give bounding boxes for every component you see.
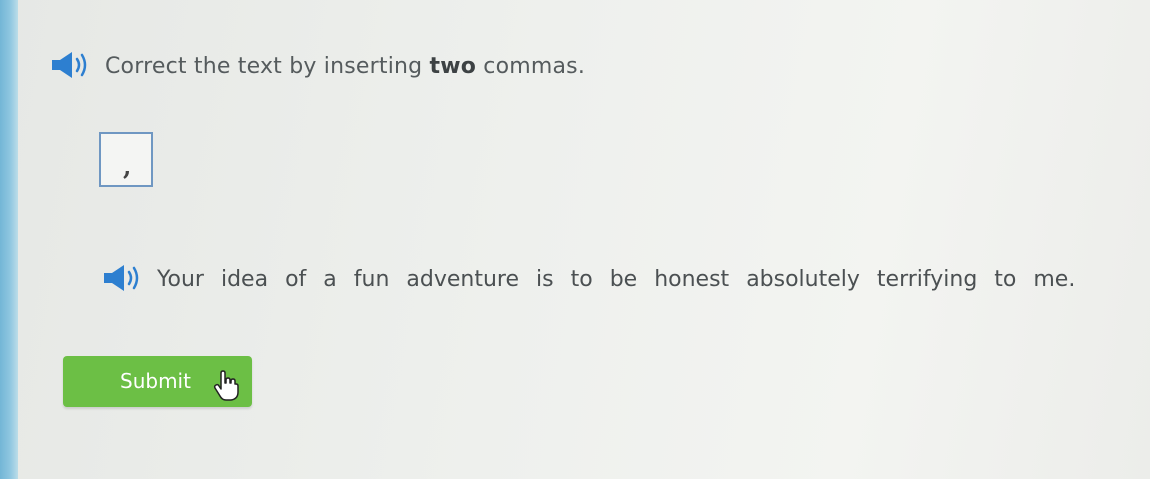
instruction-emphasis: two bbox=[429, 54, 477, 79]
sentence-word[interactable]: terrifying bbox=[877, 267, 977, 292]
sentence-word[interactable]: idea bbox=[221, 267, 268, 292]
sentence-word[interactable]: to bbox=[994, 267, 1016, 292]
instruction-speaker-icon[interactable] bbox=[50, 50, 92, 80]
sentence-word[interactable]: of bbox=[285, 267, 306, 292]
sentence-word[interactable]: be bbox=[610, 267, 638, 292]
instruction-suffix: commas. bbox=[476, 54, 586, 79]
sentence-word[interactable]: to bbox=[571, 267, 593, 292]
sentence-word[interactable]: fun bbox=[354, 267, 390, 292]
sentence-word[interactable]: adventure bbox=[406, 267, 519, 292]
instruction-text: Correct the text by inserting two commas… bbox=[105, 54, 585, 79]
sentence-word[interactable]: is bbox=[536, 267, 554, 292]
sentence-speaker-icon[interactable] bbox=[102, 263, 144, 293]
sentence: Your idea of a fun adventure is to be ho… bbox=[157, 267, 1075, 292]
sentence-word[interactable]: a bbox=[323, 267, 336, 292]
submit-label: Submit bbox=[120, 369, 191, 393]
comma-drag-tile[interactable]: , bbox=[99, 132, 153, 187]
left-edge-strip bbox=[0, 0, 18, 479]
pointer-hand-icon bbox=[212, 370, 240, 406]
sentence-word[interactable]: absolutely bbox=[746, 267, 860, 292]
instruction-prefix: Correct the text by inserting bbox=[105, 54, 430, 79]
sentence-word[interactable]: me. bbox=[1033, 267, 1075, 292]
comma-symbol: , bbox=[123, 152, 132, 181]
sentence-word[interactable]: Your bbox=[157, 267, 204, 292]
sentence-word[interactable]: honest bbox=[654, 267, 729, 292]
